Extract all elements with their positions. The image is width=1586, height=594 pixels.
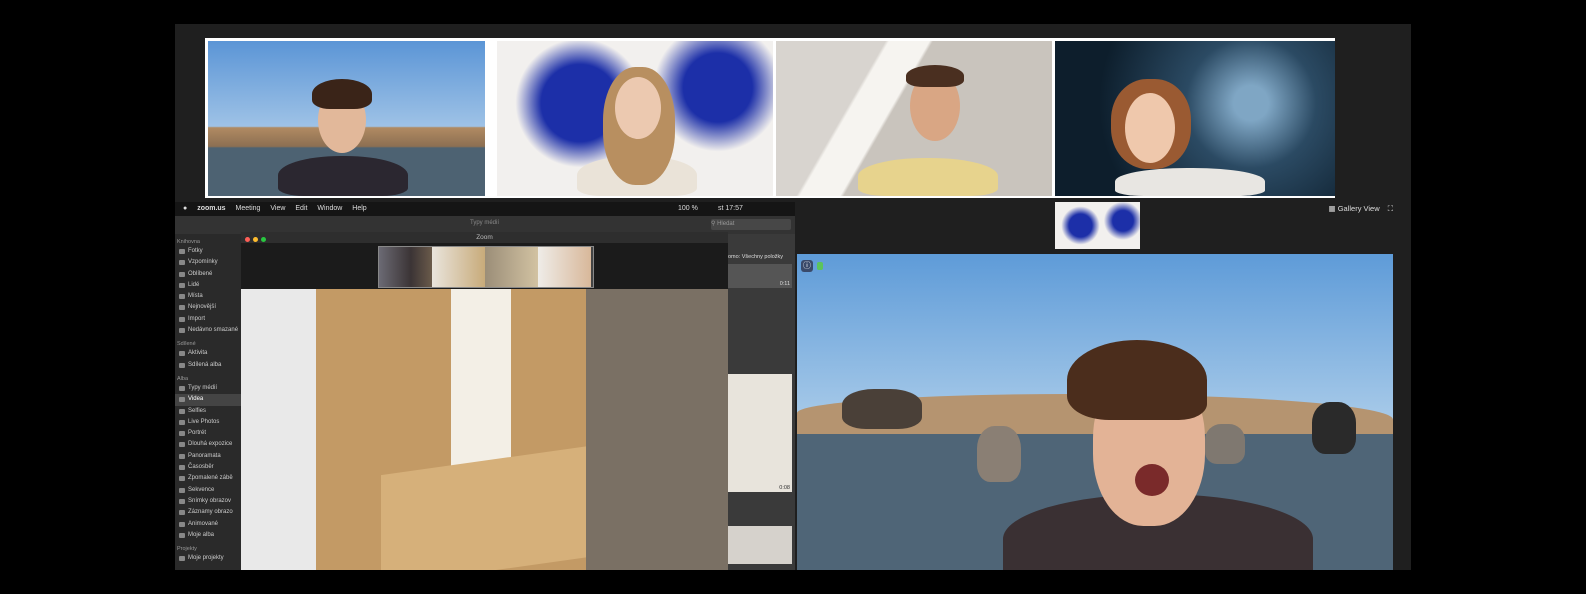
apple-icon[interactable]: ●	[183, 202, 187, 216]
menu-help[interactable]: Help	[352, 202, 366, 216]
sidebar-item[interactable]: Fotky	[175, 246, 241, 257]
gallery-view-button[interactable]: ▦ Gallery View ⛶	[1329, 204, 1394, 214]
participant-body	[1115, 168, 1265, 196]
photo-thumbnail[interactable]	[728, 526, 792, 564]
participant-face	[615, 77, 661, 139]
menu-window[interactable]: Window	[317, 202, 342, 216]
photos-filter[interactable]: omo: Všechny položky	[728, 252, 795, 262]
photos-search-placeholder: Hledat	[717, 221, 735, 227]
cat	[977, 426, 1021, 482]
participant-tile-2[interactable]	[497, 41, 773, 196]
sidebar-item[interactable]: Portrét	[175, 428, 241, 439]
sidebar-item[interactable]: Zpomalené zábě	[175, 473, 241, 484]
sidebar-item[interactable]: Typy médií	[175, 383, 241, 394]
photos-search-field[interactable]: ⚲ Hledat	[711, 219, 791, 230]
zoom-meeting-window: ● zoom.us Meeting View Edit Window Help …	[175, 24, 1411, 570]
participant-hair	[312, 79, 372, 109]
sidebar-item[interactable]: Animované	[175, 519, 241, 530]
sidebar-item[interactable]: Moje projekty	[175, 553, 241, 564]
nested-thumbnail-strip	[378, 246, 594, 288]
sidebar-section-title: Alba	[177, 375, 189, 382]
battery-status[interactable]: 100 %	[678, 202, 698, 216]
sidebar-item[interactable]: Live Photos	[175, 417, 241, 428]
speaker-view-topbar: ▦ Gallery View ⛶	[797, 202, 1411, 254]
window-controls	[245, 235, 269, 246]
sidebar-item[interactable]: Nejnovější	[175, 302, 241, 313]
encryption-status-icon[interactable]	[817, 262, 823, 270]
sidebar-item[interactable]: Dlouhá expozice	[175, 439, 241, 450]
nested-thumb[interactable]	[538, 247, 591, 287]
sidebar-item[interactable]: Selfies	[175, 406, 241, 417]
video-wall	[241, 289, 316, 570]
sidebar-item[interactable]: Místa	[175, 291, 241, 302]
active-speaker-video: ⓘ	[797, 254, 1393, 570]
grid-icon: ▦	[1328, 204, 1336, 213]
cat	[1312, 402, 1356, 454]
menu-edit[interactable]: Edit	[295, 202, 307, 216]
nested-main-video	[241, 289, 728, 570]
sidebar-item[interactable]: Sekvence	[175, 485, 241, 496]
video-background	[586, 289, 728, 570]
thumbnail-video	[1055, 202, 1140, 249]
sidebar-item[interactable]: Import	[175, 314, 241, 325]
close-icon[interactable]	[245, 237, 250, 242]
participant-body	[858, 158, 998, 196]
fullscreen-icon[interactable]: ⛶	[1388, 204, 1393, 213]
sidebar-item[interactable]: Časosběr	[175, 462, 241, 473]
sidebar-item[interactable]: Sdílená alba	[175, 360, 241, 371]
participant-tile-3[interactable]	[776, 41, 1052, 196]
search-icon: ⚲	[711, 221, 716, 227]
sidebar-item[interactable]: Nedávno smazané	[175, 325, 241, 336]
photos-grid: omo: Všechny položky 0:11 0:08	[728, 234, 795, 570]
video-duration: 0:11	[779, 281, 790, 287]
nested-zoom-window: Zoom	[241, 232, 728, 570]
maximize-icon[interactable]	[261, 237, 266, 242]
cat	[1205, 424, 1245, 464]
sidebar-item-selected[interactable]: Videa	[175, 394, 241, 406]
gallery-strip	[205, 38, 1335, 198]
nested-thumb[interactable]	[432, 247, 485, 287]
sidebar-section-title: Sdílené	[177, 341, 196, 348]
photos-filter-value: Všechny položky	[741, 254, 784, 260]
photos-filter-label: omo:	[728, 254, 741, 260]
video-duration: 0:08	[779, 485, 790, 491]
sidebar-section-title: Projekty	[177, 546, 197, 553]
sidebar-item[interactable]: Panoramata	[175, 451, 241, 462]
self-view-thumbnail[interactable]	[1055, 202, 1140, 249]
sidebar-item[interactable]: Moje alba	[175, 530, 241, 541]
photo-thumbnail[interactable]: 0:11	[728, 264, 792, 288]
shield-icon[interactable]: ⓘ	[801, 260, 813, 272]
menu-view[interactable]: View	[270, 202, 285, 216]
zoom-window-title: Zoom	[476, 234, 493, 241]
sidebar-section-title: Knihovna	[177, 239, 200, 245]
photo-thumbnail[interactable]: 0:08	[728, 374, 792, 492]
photos-sidebar: Knihovna Fotky Vzpomínky Oblíbené Lidé M…	[175, 234, 241, 570]
mac-menubar: ● zoom.us Meeting View Edit Window Help …	[175, 202, 795, 216]
minimize-icon[interactable]	[253, 237, 258, 242]
sidebar-item[interactable]: Záznamy obrazo	[175, 507, 241, 518]
menu-app-name[interactable]: zoom.us	[197, 202, 225, 216]
speaker-mouth	[1135, 464, 1169, 496]
sidebar-item[interactable]: Aktivita	[175, 348, 241, 359]
menubar-clock[interactable]: st 17:57	[718, 202, 743, 216]
nested-thumb[interactable]	[485, 247, 538, 287]
sidebar-item[interactable]: Lidé	[175, 280, 241, 291]
speaker-hair	[1067, 340, 1207, 420]
sidebar-item[interactable]: Oblíbené	[175, 269, 241, 280]
sidebar-item[interactable]: Vzpomínky	[175, 257, 241, 268]
participant-tile-4-active[interactable]	[1055, 41, 1335, 196]
shared-screen: ● zoom.us Meeting View Edit Window Help …	[175, 202, 795, 570]
participant-face	[1125, 93, 1175, 163]
participant-tile-1[interactable]	[208, 41, 485, 196]
sidebar-item[interactable]: Snímky obrazov	[175, 496, 241, 507]
zoom-window-titlebar: Zoom	[241, 232, 728, 243]
participant-body	[278, 156, 408, 196]
photos-toolbar-title: Typy médií	[470, 220, 500, 226]
participant-hair	[906, 65, 964, 87]
menu-meeting[interactable]: Meeting	[236, 202, 261, 216]
cat	[842, 389, 922, 429]
nested-thumb[interactable]	[379, 247, 432, 287]
gallery-view-label: Gallery View	[1337, 204, 1380, 213]
